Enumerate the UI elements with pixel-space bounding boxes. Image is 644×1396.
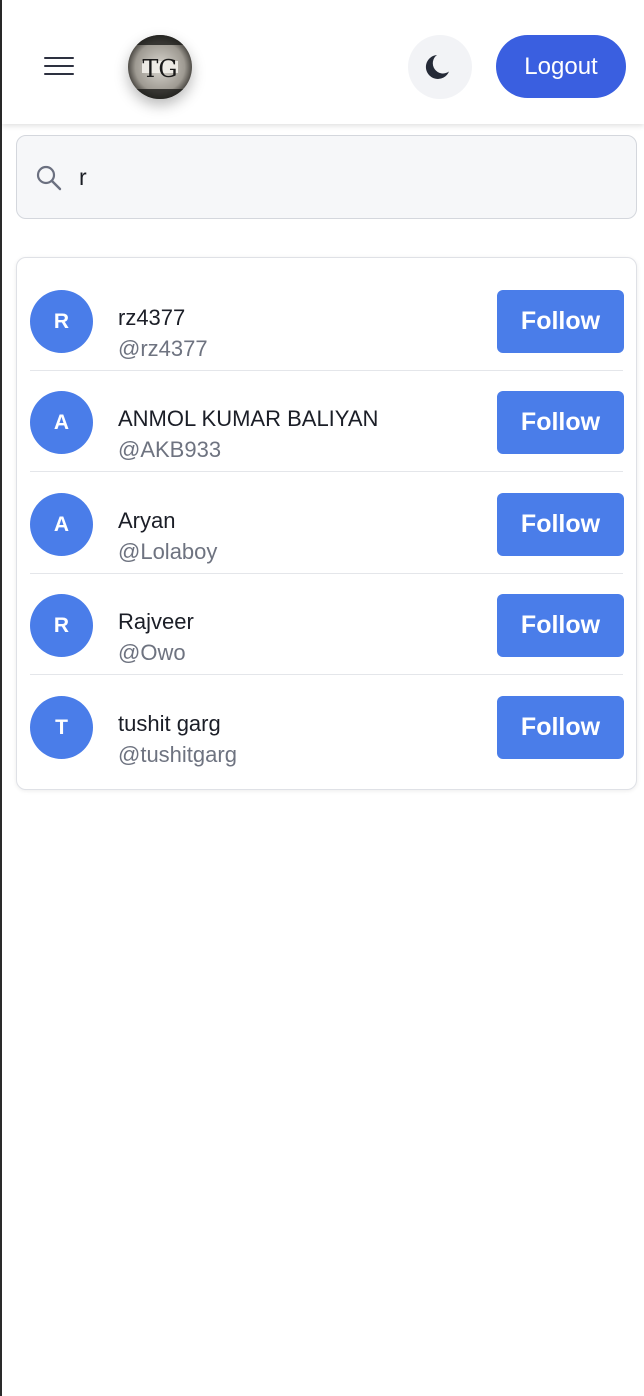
avatar[interactable]: T	[30, 696, 93, 759]
logo-monogram: TG	[142, 55, 177, 83]
logout-button[interactable]: Logout	[496, 35, 626, 98]
list-item[interactable]: R Rajveer @Owo Follow	[30, 574, 624, 675]
search-input[interactable]	[79, 156, 619, 198]
avatar[interactable]: R	[30, 594, 93, 657]
user-name[interactable]: Aryan	[118, 508, 175, 534]
user-name[interactable]: Rajveer	[118, 609, 194, 635]
search-icon	[36, 165, 62, 191]
user-handle: @AKB933	[118, 437, 222, 462]
list-item[interactable]: A Aryan @Lolaboy Follow	[30, 473, 624, 574]
follow-button[interactable]: Follow	[497, 594, 624, 657]
top-header: TG Logout	[2, 0, 644, 124]
user-name[interactable]: ANMOL KUMAR BALIYAN	[118, 406, 378, 432]
search-bar	[16, 135, 637, 219]
follow-button[interactable]: Follow	[497, 696, 624, 759]
follow-button[interactable]: Follow	[497, 290, 624, 353]
list-item[interactable]: A ANMOL KUMAR BALIYAN @AKB933 Follow	[30, 371, 624, 472]
user-handle: @Lolaboy	[118, 539, 218, 564]
list-item[interactable]: R rz4377 @rz4377 Follow	[30, 270, 624, 371]
follow-button[interactable]: Follow	[497, 493, 624, 556]
user-handle: @tushitgarg	[118, 742, 237, 767]
app-logo[interactable]: TG	[128, 35, 192, 99]
logo-image: TG	[128, 35, 192, 99]
avatar[interactable]: A	[30, 391, 93, 454]
moon-icon	[425, 55, 449, 79]
theme-toggle-button[interactable]	[408, 35, 472, 99]
hamburger-menu-icon[interactable]	[38, 47, 82, 87]
follow-button[interactable]: Follow	[497, 391, 624, 454]
avatar[interactable]: A	[30, 493, 93, 556]
user-handle: @Owo	[118, 640, 186, 665]
avatar[interactable]: R	[30, 290, 93, 353]
user-results-list: R rz4377 @rz4377 Follow A ANMOL KUMAR BA…	[16, 257, 637, 790]
user-name[interactable]: tushit garg	[118, 711, 221, 737]
user-name[interactable]: rz4377	[118, 305, 185, 331]
user-handle: @rz4377	[118, 336, 208, 361]
list-item[interactable]: T tushit garg @tushitgarg Follow	[30, 676, 624, 777]
